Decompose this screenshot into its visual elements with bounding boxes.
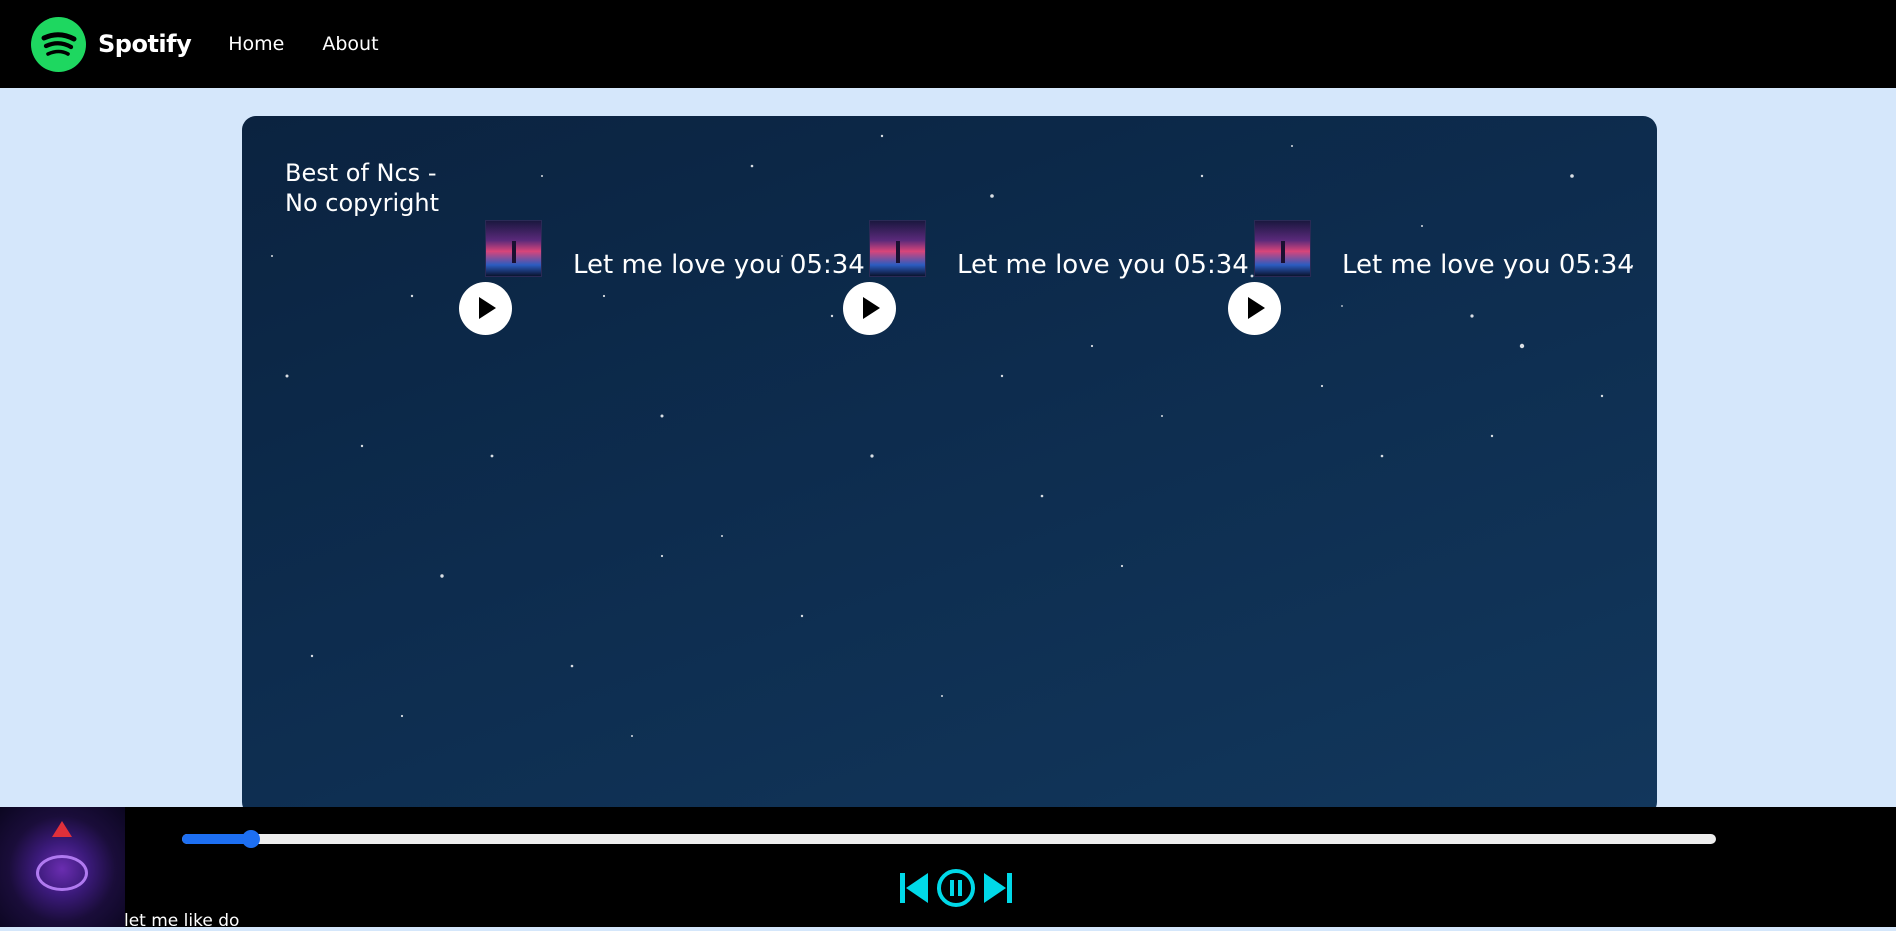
nav-link-about[interactable]: About <box>322 33 378 55</box>
playback-controls <box>898 868 1014 908</box>
play-icon <box>1248 297 1265 319</box>
next-button[interactable] <box>980 868 1014 908</box>
spotify-logo-icon <box>31 16 86 72</box>
play-button[interactable] <box>1228 282 1281 335</box>
song-cover-image <box>1254 220 1311 277</box>
player-bar: let me like do <box>0 807 1896 931</box>
brand[interactable]: Spotify <box>31 16 192 72</box>
next-icon <box>984 873 1012 903</box>
pause-button[interactable] <box>936 868 976 908</box>
top-navbar: Spotify Home About <box>0 0 1896 88</box>
progress-bar[interactable] <box>182 830 1716 848</box>
song-item[interactable]: Let me love you 05:34 <box>843 220 1249 340</box>
song-item[interactable]: Let me love you 05:34 <box>459 220 865 340</box>
song-title: Let me love you 05:34 <box>957 250 1249 280</box>
brand-name: Spotify <box>98 30 192 58</box>
now-playing-title: let me like do <box>124 911 240 931</box>
song-title: Let me love you 05:34 <box>1342 250 1634 280</box>
play-button[interactable] <box>459 282 512 335</box>
play-icon <box>863 297 880 319</box>
playlist-card: Best of Ncs - No copyright Let me love y… <box>242 116 1657 816</box>
progress-thumb[interactable] <box>242 830 260 848</box>
play-button[interactable] <box>843 282 896 335</box>
previous-icon <box>900 873 928 903</box>
play-icon <box>479 297 496 319</box>
song-cover-image <box>485 220 542 277</box>
nav-link-home[interactable]: Home <box>228 33 284 55</box>
previous-button[interactable] <box>898 868 932 908</box>
pause-icon <box>937 869 975 907</box>
progress-fill <box>182 834 251 844</box>
song-item[interactable]: Let me love you 05:34 <box>1228 220 1634 340</box>
song-cover-image <box>869 220 926 277</box>
now-playing-cover <box>0 807 125 927</box>
song-title: Let me love you 05:34 <box>573 250 865 280</box>
playlist-title: Best of Ncs - No copyright <box>285 159 439 217</box>
